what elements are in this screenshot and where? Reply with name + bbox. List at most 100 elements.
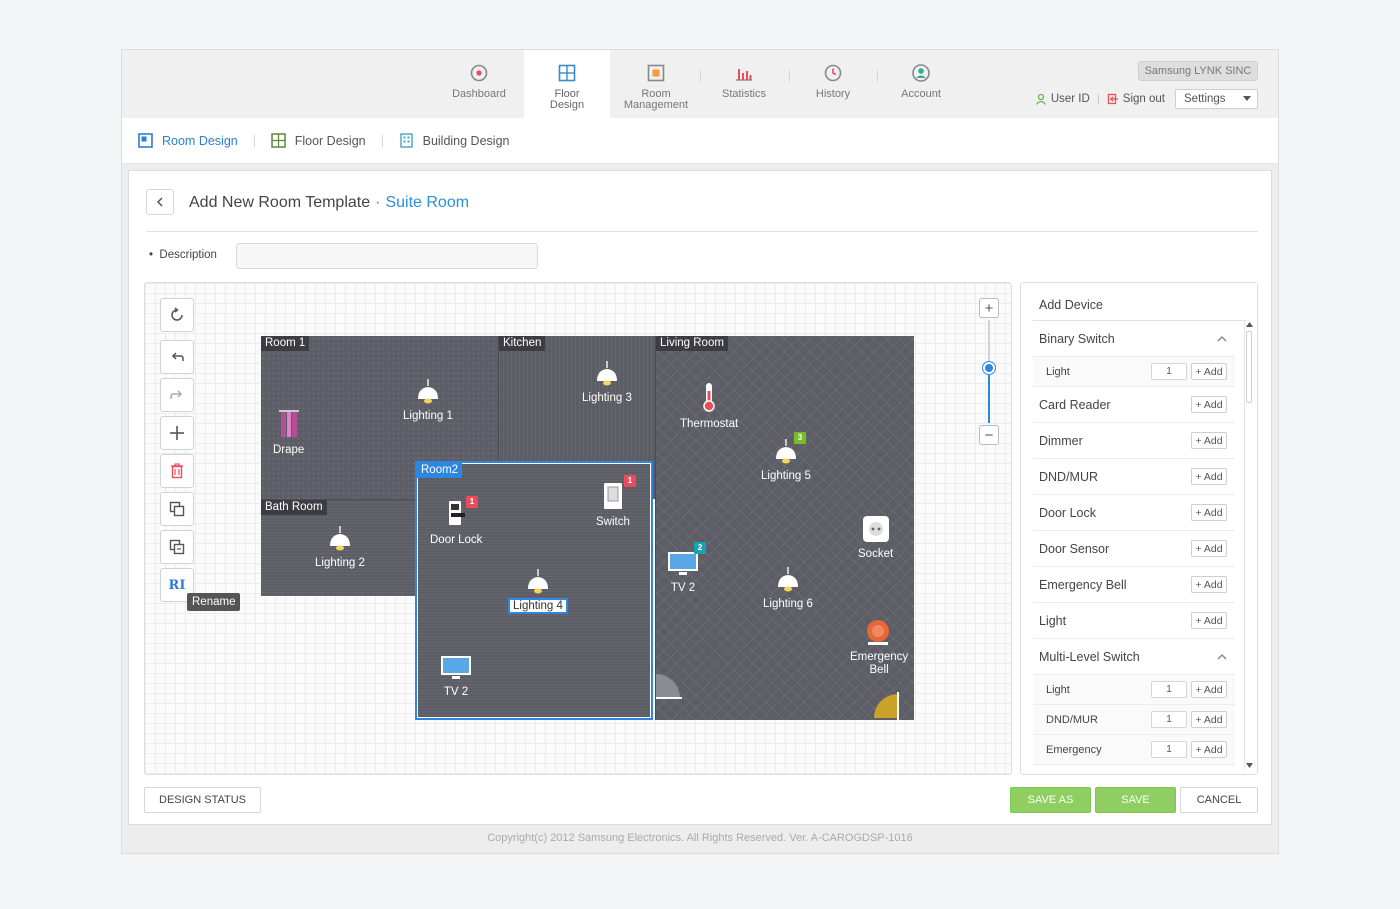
list-item-binary-switch[interactable]: Binary Switch bbox=[1033, 321, 1235, 357]
device-tv-2-living[interactable]: TV 2 2 bbox=[667, 542, 706, 595]
nav-dashboard[interactable]: Dashboard bbox=[436, 50, 522, 118]
device-label: Switch bbox=[596, 516, 630, 528]
add-button[interactable]: + Add bbox=[1191, 468, 1227, 485]
floor-design-icon bbox=[558, 64, 576, 82]
chevron-up-icon[interactable] bbox=[1217, 334, 1227, 344]
save-as-button[interactable]: SAVE AS bbox=[1010, 787, 1091, 813]
add-button[interactable]: + Add bbox=[1191, 432, 1227, 449]
add-button[interactable]: + Add bbox=[1191, 711, 1227, 728]
save-button[interactable]: SAVE bbox=[1095, 787, 1176, 813]
add-button[interactable]: + Add bbox=[1191, 540, 1227, 557]
add-button[interactable]: + Add bbox=[1191, 576, 1227, 593]
subnav-floor-design[interactable]: Floor Design bbox=[270, 133, 366, 148]
copy-button[interactable] bbox=[160, 492, 194, 526]
chevron-up-icon[interactable] bbox=[1217, 652, 1227, 662]
subnav-floor-design-label: Floor Design bbox=[294, 133, 366, 148]
scroll-down-icon[interactable] bbox=[1246, 763, 1253, 769]
quantity-field[interactable]: 1 bbox=[1151, 681, 1187, 698]
scroll-up-icon[interactable] bbox=[1246, 322, 1253, 328]
device-label: Lighting 3 bbox=[582, 392, 632, 404]
cancel-button[interactable]: CANCEL bbox=[1180, 787, 1258, 813]
plus-icon bbox=[170, 426, 184, 440]
add-button[interactable] bbox=[160, 416, 194, 450]
list-item-emergency-bell: Emergency Bell + Add bbox=[1033, 567, 1235, 603]
list-item-door-lock: Door Lock + Add bbox=[1033, 495, 1235, 531]
refresh-icon bbox=[171, 307, 183, 321]
list-subitem-light: Light 1 + Add bbox=[1033, 357, 1235, 387]
scrollbar-thumb[interactable] bbox=[1246, 331, 1252, 403]
quantity-field[interactable]: 1 bbox=[1151, 363, 1187, 380]
undo-button[interactable] bbox=[160, 340, 194, 374]
zoom-slider-handle[interactable] bbox=[983, 362, 995, 374]
settings-label: Settings bbox=[1184, 93, 1226, 105]
design-status-button[interactable]: DESIGN STATUS bbox=[144, 787, 261, 813]
device-socket[interactable]: Socket bbox=[858, 515, 893, 561]
quantity-field[interactable]: 1 bbox=[1151, 711, 1187, 728]
delete-button[interactable] bbox=[160, 454, 194, 488]
device-count-badge: 2 bbox=[694, 542, 706, 554]
nav-account[interactable]: Account bbox=[878, 50, 964, 118]
pendant-lamp-icon bbox=[596, 361, 617, 386]
add-button[interactable]: + Add bbox=[1191, 612, 1227, 629]
device-label: Thermostat bbox=[680, 418, 739, 430]
nav-room-management[interactable]: Room Management bbox=[613, 50, 699, 118]
device-thermostat[interactable]: Thermostat bbox=[680, 381, 738, 431]
device-lighting-2[interactable]: Lighting 2 bbox=[315, 526, 365, 570]
description-label: • Description bbox=[149, 249, 217, 261]
nav-statistics-label: Statistics bbox=[721, 88, 766, 100]
device-lighting-5[interactable]: Lighting 5 3 bbox=[761, 432, 811, 483]
tv-icon bbox=[441, 656, 471, 679]
device-lighting-4-selected[interactable]: Lighting 4 bbox=[508, 569, 568, 614]
device-tv-2-room2[interactable]: TV 2 bbox=[440, 655, 472, 699]
rename-glyph: RI bbox=[168, 577, 186, 593]
add-button[interactable]: + Add bbox=[1191, 363, 1227, 380]
back-button[interactable] bbox=[146, 189, 174, 215]
subnav-building-design[interactable]: Building Design bbox=[399, 133, 509, 148]
room-design-canvas[interactable]: RI Rename Room 1 Kitchen Living Room Bat… bbox=[144, 282, 1012, 775]
device-lighting-3[interactable]: Lighting 3 bbox=[582, 361, 632, 405]
add-button[interactable]: + Add bbox=[1191, 681, 1227, 698]
device-switch[interactable]: Switch 1 bbox=[596, 475, 636, 529]
list-item-card-reader: Card Reader + Add bbox=[1033, 387, 1235, 423]
quantity-field[interactable]: 1 bbox=[1151, 741, 1187, 758]
subnav-divider bbox=[253, 134, 255, 147]
zoom-in-button[interactable]: + bbox=[979, 298, 999, 318]
redo-button[interactable] bbox=[160, 378, 194, 412]
device-drape[interactable]: Drape bbox=[273, 409, 304, 457]
device-lighting-1[interactable]: Lighting 1 bbox=[403, 379, 453, 423]
dashboard-icon bbox=[470, 64, 488, 82]
add-button[interactable]: + Add bbox=[1191, 396, 1227, 413]
user-id-link[interactable]: User ID bbox=[1035, 93, 1090, 105]
device-list: Binary Switch Light 1 + Add Card Reader +… bbox=[1033, 321, 1235, 765]
device-label: Lighting 4 bbox=[508, 598, 568, 614]
nav-history[interactable]: History bbox=[790, 50, 876, 118]
sign-out-link[interactable]: Sign out bbox=[1107, 93, 1165, 105]
switch-icon bbox=[603, 483, 622, 509]
subnav-room-design[interactable]: Room Design bbox=[138, 133, 238, 148]
user-bar: User ID Sign out Settings bbox=[1035, 88, 1258, 110]
list-item-label: Multi-Level Switch bbox=[1039, 649, 1140, 664]
paste-button[interactable] bbox=[160, 530, 194, 564]
device-emergency-bell[interactable]: Emergency Bell bbox=[850, 618, 908, 677]
device-lighting-6[interactable]: Lighting 6 bbox=[763, 567, 813, 611]
list-item-label: Door Lock bbox=[1039, 505, 1096, 520]
refresh-button[interactable] bbox=[160, 298, 194, 332]
list-subitem-emergency: Emergency 1 + Add bbox=[1033, 735, 1235, 765]
device-list-scrollbar[interactable] bbox=[1244, 321, 1253, 770]
description-input[interactable] bbox=[236, 243, 538, 269]
list-item-dnd-mur: DND/MUR + Add bbox=[1033, 459, 1235, 495]
sign-out-label: Sign out bbox=[1122, 93, 1165, 105]
settings-dropdown[interactable]: Settings bbox=[1175, 89, 1258, 109]
zoom-out-button[interactable]: − bbox=[979, 425, 999, 445]
zoom-track-fill bbox=[988, 367, 990, 423]
device-label: Emergency Bell bbox=[850, 651, 909, 676]
device-label: Lighting 2 bbox=[315, 557, 365, 569]
device-door-lock[interactable]: Door Lock 1 bbox=[430, 496, 482, 547]
device-label: Socket bbox=[858, 548, 894, 560]
list-item-multi-level-switch[interactable]: Multi-Level Switch bbox=[1033, 639, 1235, 675]
add-button[interactable]: + Add bbox=[1191, 741, 1227, 758]
add-button[interactable]: + Add bbox=[1191, 504, 1227, 521]
nav-statistics[interactable]: Statistics bbox=[701, 50, 787, 118]
user-icon bbox=[1035, 93, 1046, 105]
nav-floor-design[interactable]: Floor Design bbox=[524, 50, 610, 118]
